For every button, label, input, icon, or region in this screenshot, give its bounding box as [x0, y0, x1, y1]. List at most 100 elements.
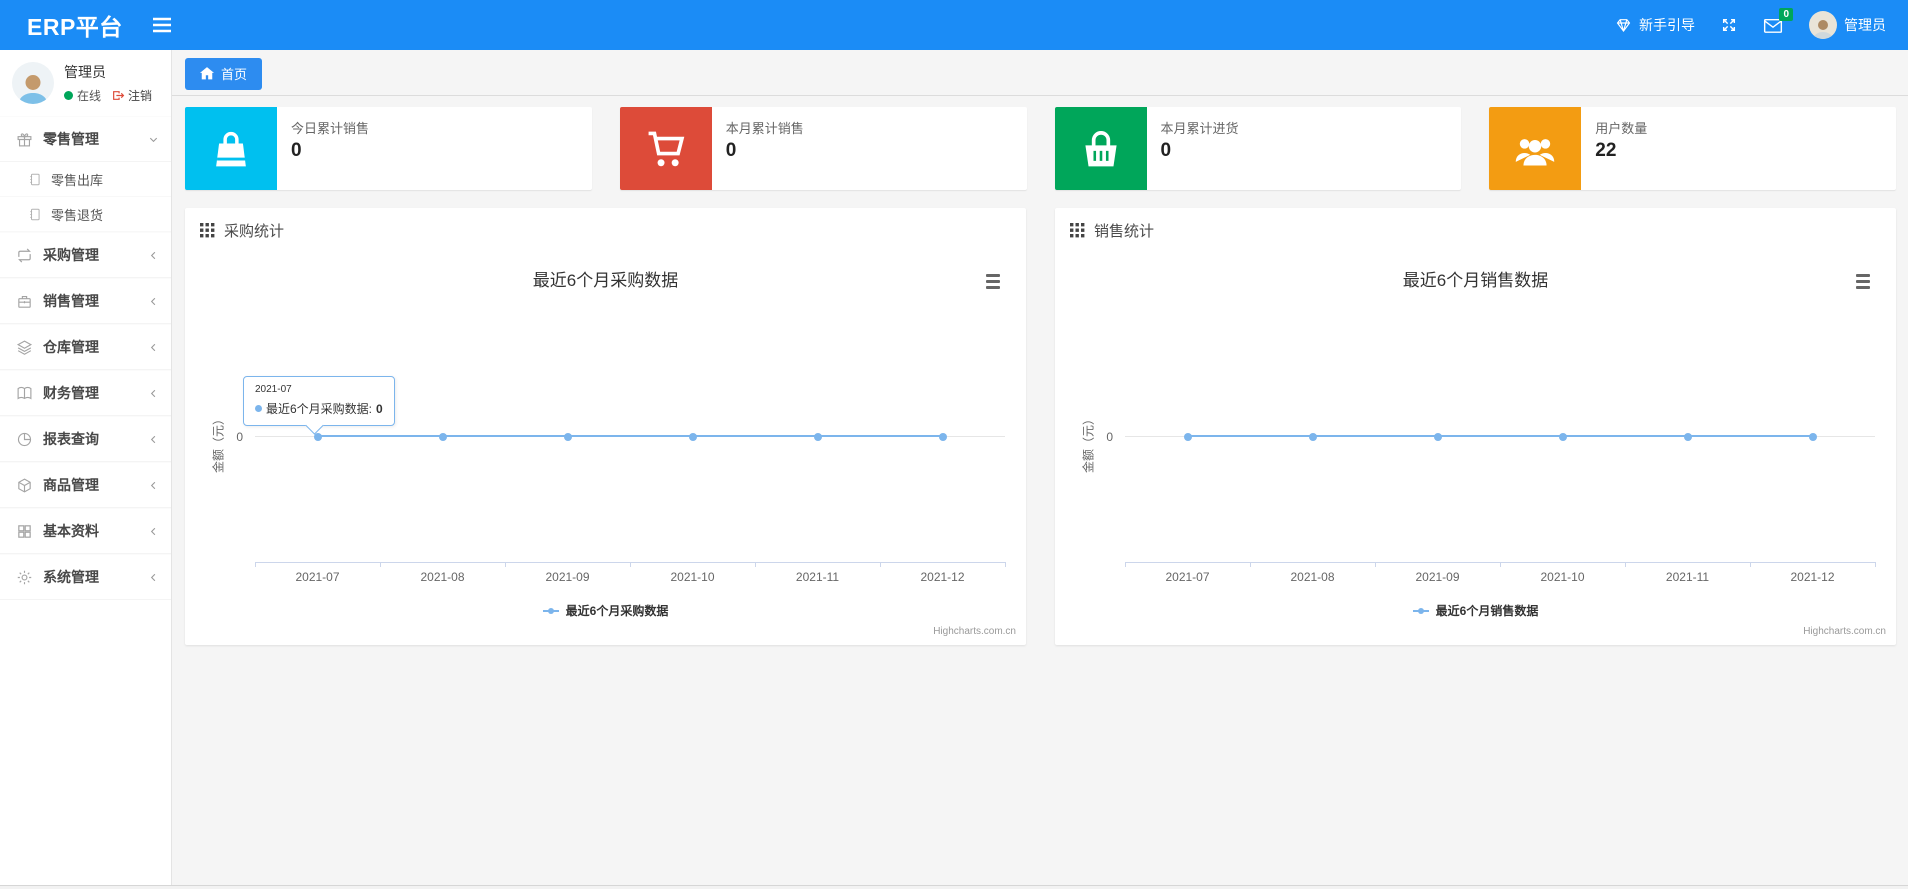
guide-button[interactable]: 新手引导 — [1615, 15, 1695, 35]
chevron-down-icon — [148, 134, 159, 145]
x-tick-label: 2021-12 — [920, 570, 965, 584]
credits: Highcharts.com.cn — [1803, 626, 1886, 637]
axis-tick — [505, 562, 506, 567]
sidebar-item-label: 系统管理 — [43, 569, 99, 585]
sidebar-item-warehouse-management[interactable]: 仓库管理 — [0, 324, 171, 370]
box-icon — [16, 477, 33, 494]
sidebar: 管理员 在线 注销 零售管理 零售出库 零售退货 采购管理 销售管理 仓库管理 … — [0, 50, 172, 885]
fullscreen-button[interactable] — [1721, 17, 1737, 33]
chevron-left-icon — [148, 572, 159, 583]
x-tick-label: 2021-07 — [295, 570, 340, 584]
x-tick-label: 2021-08 — [1290, 570, 1335, 584]
data-point-marker — [1558, 433, 1567, 441]
chevron-left-icon — [148, 526, 159, 537]
stat-icon-box — [185, 107, 277, 190]
panel-header: 销售统计 — [1055, 208, 1896, 253]
data-point-marker — [438, 433, 447, 441]
guide-label: 新手引导 — [1639, 17, 1695, 33]
axis-tick — [630, 562, 631, 567]
sidebar-item-goods-management[interactable]: 商品管理 — [0, 462, 171, 508]
series-line — [1187, 435, 1813, 437]
legend-label: 最近6个月销售数据 — [1435, 604, 1539, 618]
sidebar-item-retail-outbound[interactable]: 零售出库 — [0, 162, 171, 197]
sidebar-item-label: 基本资料 — [43, 523, 99, 539]
data-point-marker — [688, 433, 697, 441]
users-icon — [1516, 138, 1555, 165]
legend[interactable]: 最近6个月销售数据 — [1055, 602, 1896, 619]
sidebar-item-label: 仓库管理 — [43, 339, 99, 355]
axis-tick — [755, 562, 756, 567]
y-tick-label: 0 — [236, 430, 243, 444]
x-tick-label: 2021-09 — [545, 570, 590, 584]
axis-tick — [1125, 562, 1126, 567]
tab-home[interactable]: 首页 — [185, 58, 263, 90]
x-tick-label: 2021-10 — [1540, 570, 1585, 584]
x-tick-label: 2021-07 — [1165, 570, 1210, 584]
axis-tick — [1250, 562, 1251, 567]
chevron-left-icon — [148, 388, 159, 399]
chart-panels-row: 采购统计 最近6个月采购数据 金额（元） 0 2021-07 2021-08 202… — [172, 190, 1908, 645]
sidebar-item-retail-return[interactable]: 零售退货 — [0, 197, 171, 232]
chevron-left-icon — [148, 250, 159, 261]
sidebar-item-basic-data[interactable]: 基本资料 — [0, 508, 171, 554]
tooltip-category: 2021-07 — [255, 384, 292, 395]
x-tick-label: 2021-11 — [1665, 570, 1710, 584]
sales-chart: 最近6个月销售数据 金额（元） 0 2021-07 2021-08 2021-09 2… — [1055, 253, 1896, 645]
chevron-left-icon — [148, 296, 159, 307]
briefcase-icon — [16, 293, 33, 310]
hamburger-icon — [152, 17, 171, 33]
axis-tick — [1500, 562, 1501, 567]
retail-submenu: 零售出库 零售退货 — [0, 162, 171, 232]
sidebar-item-finance-management[interactable]: 财务管理 — [0, 370, 171, 416]
sidebar-item-label: 销售管理 — [43, 293, 99, 309]
user-name: 管理员 — [1844, 17, 1886, 33]
stat-icon-box — [1054, 107, 1147, 190]
purchase-chart: 最近6个月采购数据 金额（元） 0 2021-07 2021-08 2021-09 2… — [185, 253, 1026, 645]
sidebar-item-sales-management[interactable]: 销售管理 — [0, 278, 171, 324]
cart-icon — [648, 131, 685, 166]
tooltip-series-label: 最近6个月采购数据: — [266, 402, 373, 416]
messages-badge: 0 — [1779, 7, 1793, 21]
sidebar-item-report-query[interactable]: 报表查询 — [0, 416, 171, 462]
sidebar-toggle-button[interactable] — [145, 8, 179, 42]
sidebar-item-label: 采购管理 — [43, 247, 99, 263]
panel-header: 采购统计 — [185, 208, 1026, 253]
main-content: 首页 今日累计销售 0 本月累计销售 0 本月累计进货 0 用户数量 22 采购… — [172, 50, 1908, 885]
x-tick-label: 2021-10 — [670, 570, 715, 584]
axis-tick — [1005, 562, 1006, 567]
stat-value: 0 — [725, 140, 737, 161]
stat-cards-row: 今日累计销售 0 本月累计销售 0 本月累计进货 0 用户数量 22 — [172, 96, 1908, 190]
th-grid-icon — [1070, 223, 1085, 238]
chevron-left-icon — [148, 434, 159, 445]
stat-card-user-count: 用户数量 22 — [1489, 107, 1896, 190]
sidebar-item-retail-management[interactable]: 零售管理 — [0, 116, 171, 162]
legend[interactable]: 最近6个月采购数据 — [185, 602, 1026, 619]
user-menu[interactable]: 管理员 — [1809, 11, 1886, 39]
user-avatar — [1809, 11, 1837, 39]
stat-card-today-sales: 今日累计销售 0 — [185, 107, 592, 190]
sidebar-item-purchase-management[interactable]: 采购管理 — [0, 232, 171, 278]
tab-bar: 首页 — [172, 50, 1908, 96]
messages-button[interactable]: 0 — [1763, 7, 1793, 34]
repeat-icon — [16, 247, 33, 264]
sidebar-item-system-management[interactable]: 系统管理 — [0, 554, 171, 600]
shopping-bag-icon — [216, 131, 246, 166]
th-grid-icon — [200, 223, 215, 238]
sign-out-icon — [113, 91, 125, 100]
sidebar-user-name: 管理员 — [64, 64, 106, 80]
panel-title: 销售统计 — [1094, 223, 1155, 240]
basket-icon — [1084, 130, 1117, 166]
plot-area: 2021-07 2021-08 2021-09 2021-10 2021-11 2021-… — [1125, 253, 1876, 645]
sidebar-item-label: 报表查询 — [43, 431, 99, 447]
series-line — [317, 435, 943, 437]
axis-tick — [1625, 562, 1626, 567]
chevron-left-icon — [148, 342, 159, 353]
data-point-marker — [938, 433, 947, 441]
sidebar-user-avatar — [12, 62, 54, 104]
plot-area: 2021-07 2021-08 2021-09 2021-10 2021-11 2021-… — [255, 253, 1006, 645]
page-footer-divider — [0, 885, 1908, 889]
stat-label: 用户数量 — [1595, 121, 1648, 136]
grid-icon — [16, 523, 33, 540]
axis-tick — [1875, 562, 1876, 567]
logout-link[interactable]: 注销 — [111, 87, 152, 104]
